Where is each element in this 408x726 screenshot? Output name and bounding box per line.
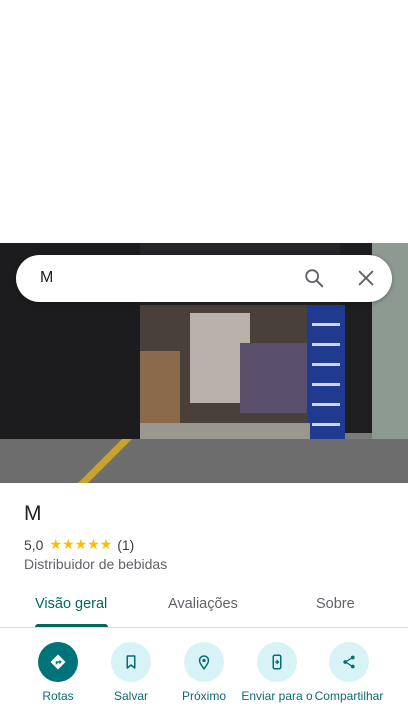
nearby-icon	[184, 642, 224, 682]
share-button[interactable]: Compartilhar	[311, 642, 387, 703]
bookmark-icon	[111, 642, 151, 682]
share-label: Compartilhar	[314, 689, 384, 703]
send-to-phone-icon	[257, 642, 297, 682]
save-button[interactable]: Salvar	[93, 642, 169, 703]
active-tab-indicator	[35, 624, 108, 627]
send-to-phone-label: Enviar para o	[241, 689, 313, 703]
tab-overview[interactable]: Visão geral	[35, 596, 107, 612]
rating-value: 5,0	[24, 536, 44, 553]
nearby-label: Próximo	[181, 689, 226, 703]
tab-bar: Visão geral Avaliações Sobre	[0, 585, 408, 628]
place-category[interactable]: Distribuidor de bebidas	[24, 556, 167, 572]
close-icon[interactable]	[355, 267, 377, 289]
place-title: M	[24, 502, 42, 525]
search-input[interactable]: M	[40, 269, 53, 287]
directions-button[interactable]: Rotas	[20, 642, 96, 703]
directions-label: Rotas	[42, 689, 74, 703]
share-icon	[329, 642, 369, 682]
rating-row[interactable]: 5,0 ★★★★★ (1)	[24, 536, 134, 553]
send-to-phone-button[interactable]: Enviar para o	[239, 642, 315, 703]
tab-about[interactable]: Sobre	[316, 596, 355, 612]
save-label: Salvar	[113, 689, 148, 703]
tab-reviews[interactable]: Avaliações	[168, 596, 238, 612]
star-rating-icon: ★★★★★	[49, 536, 113, 552]
nearby-button[interactable]: Próximo	[166, 642, 242, 703]
search-bar[interactable]: M	[16, 255, 392, 302]
review-count[interactable]: (1)	[117, 537, 134, 553]
directions-icon	[38, 642, 78, 682]
search-icon[interactable]	[303, 267, 325, 289]
